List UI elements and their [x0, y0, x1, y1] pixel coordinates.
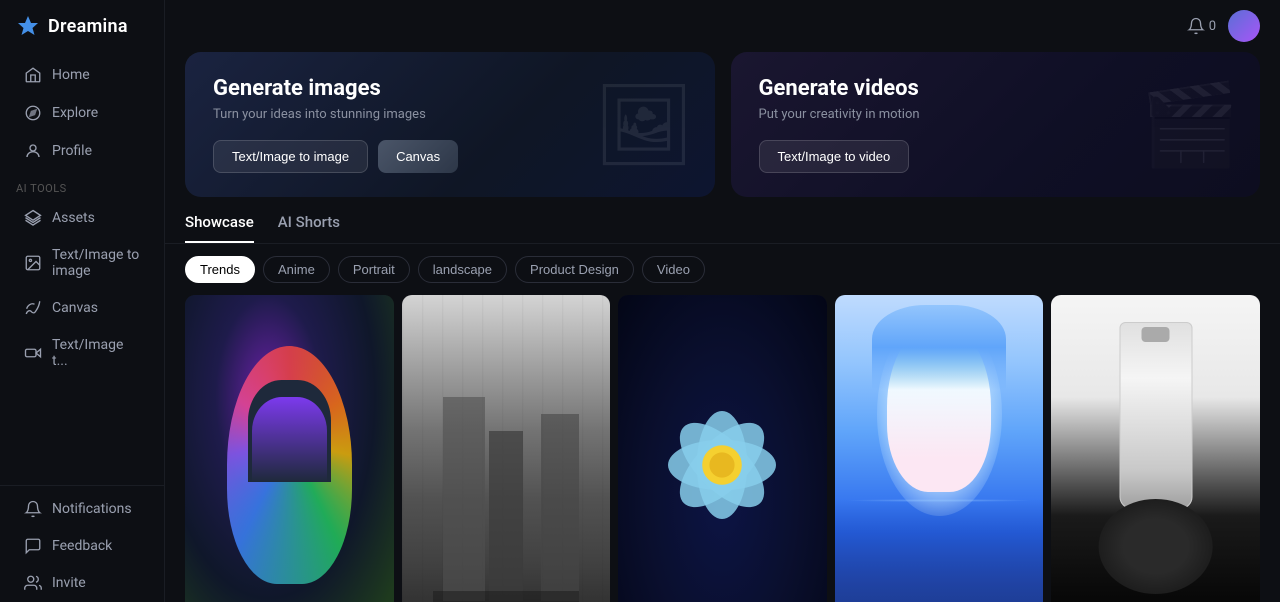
layers-icon — [24, 209, 42, 227]
main-content: 0 Generate images Turn your ideas into s… — [165, 0, 1280, 602]
sidebar: Dreamina Home Explore Profile AI tools — [0, 0, 165, 602]
sidebar-item-home[interactable]: Home — [8, 57, 156, 93]
sidebar-item-canvas[interactable]: Canvas — [8, 290, 156, 326]
sidebar-item-invite-label: Invite — [52, 575, 86, 591]
brush-icon — [24, 299, 42, 317]
user-icon — [24, 142, 42, 160]
bell-topbar-icon — [1187, 17, 1205, 35]
sidebar-item-home-label: Home — [52, 67, 90, 83]
image-grid: Gelyn Lakwatsera ♥ 1 👎 8 — [185, 295, 1260, 602]
filter-trends[interactable]: Trends — [185, 256, 255, 283]
sidebar-item-canvas-label: Canvas — [52, 300, 98, 316]
home-icon — [24, 66, 42, 84]
video-icon — [24, 344, 42, 362]
filter-landscape[interactable]: landscape — [418, 256, 507, 283]
filter-row: Trends Anime Portrait landscape Product … — [165, 256, 1280, 295]
tab-ai-shorts[interactable]: AI Shorts — [278, 213, 340, 243]
logo-icon — [16, 14, 40, 38]
bell-icon — [24, 500, 42, 518]
sidebar-item-explore[interactable]: Explore — [8, 95, 156, 131]
sidebar-item-notifications[interactable]: Notifications — [8, 491, 156, 527]
sidebar-nav: Home Explore Profile AI tools Assets — [0, 56, 164, 602]
notification-bell[interactable]: 0 — [1187, 17, 1216, 35]
filter-video[interactable]: Video — [642, 256, 705, 283]
filter-product-design[interactable]: Product Design — [515, 256, 634, 283]
sidebar-item-profile-label: Profile — [52, 143, 92, 159]
generate-videos-title: Generate videos — [759, 76, 1233, 101]
sidebar-bottom: Notifications Feedback Invite — [0, 485, 164, 602]
topbar: 0 — [165, 0, 1280, 52]
grid-item-eagle[interactable]: Gelyn Lakwatsera ♥ 1 👎 8 — [185, 295, 394, 602]
image-grid-scroll[interactable]: Gelyn Lakwatsera ♥ 1 👎 8 — [165, 295, 1280, 602]
text-image-to-image-button[interactable]: Text/Image to image — [213, 140, 368, 173]
filter-portrait[interactable]: Portrait — [338, 256, 410, 283]
sidebar-item-profile[interactable]: Profile — [8, 133, 156, 169]
grid-item-city[interactable]: jan 🌿 ✨ ♥ 2 👎 1 — [402, 295, 611, 602]
sidebar-item-text-to-video[interactable]: Text/Image t... — [8, 328, 156, 378]
sidebar-item-assets[interactable]: Assets — [8, 200, 156, 236]
user-avatar[interactable] — [1228, 10, 1260, 42]
text-image-to-video-button[interactable]: Text/Image to video — [759, 140, 910, 173]
canvas-button[interactable]: Canvas — [378, 140, 458, 173]
users-icon — [24, 574, 42, 592]
filter-anime[interactable]: Anime — [263, 256, 330, 283]
sidebar-item-feedback-label: Feedback — [52, 538, 112, 554]
ai-tools-label: AI tools — [0, 170, 164, 199]
generate-images-title: Generate images — [213, 76, 687, 101]
generate-videos-card: Generate videos Put your creativity in m… — [731, 52, 1261, 197]
grid-item-flower[interactable]: Dreajin ♥ 0 👎 1 — [618, 295, 827, 602]
grid-item-product[interactable]: Dreajin ♥ 0 👎 0 — [1051, 295, 1260, 602]
generate-images-card: Generate images Turn your ideas into stu… — [185, 52, 715, 197]
logo[interactable]: Dreamina — [0, 0, 164, 52]
tab-showcase[interactable]: Showcase — [185, 213, 254, 243]
generate-videos-buttons: Text/Image to video — [759, 140, 1233, 173]
image-icon — [24, 254, 42, 272]
message-icon — [24, 537, 42, 555]
generate-images-buttons: Text/Image to image Canvas — [213, 140, 687, 173]
sidebar-item-feedback[interactable]: Feedback — [8, 528, 156, 564]
generate-videos-subtitle: Put your creativity in motion — [759, 107, 1233, 122]
sidebar-item-text-to-image-label: Text/Image to image — [52, 247, 140, 279]
sidebar-item-assets-label: Assets — [52, 210, 95, 226]
notification-count: 0 — [1209, 19, 1216, 34]
hero-section: Generate images Turn your ideas into stu… — [165, 52, 1280, 213]
sidebar-item-invite[interactable]: Invite — [8, 565, 156, 601]
sidebar-item-explore-label: Explore — [52, 105, 98, 121]
generate-images-subtitle: Turn your ideas into stunning images — [213, 107, 687, 122]
sidebar-item-notifications-label: Notifications — [52, 501, 132, 517]
compass-icon — [24, 104, 42, 122]
grid-item-anime-girl[interactable]: Dreajin ♥ 1 👎 0 — [835, 295, 1044, 602]
sidebar-item-text-to-video-label: Text/Image t... — [52, 337, 140, 369]
tabs-row: Showcase AI Shorts — [165, 213, 1280, 244]
sidebar-item-text-to-image[interactable]: Text/Image to image — [8, 238, 156, 288]
logo-text: Dreamina — [48, 16, 128, 37]
